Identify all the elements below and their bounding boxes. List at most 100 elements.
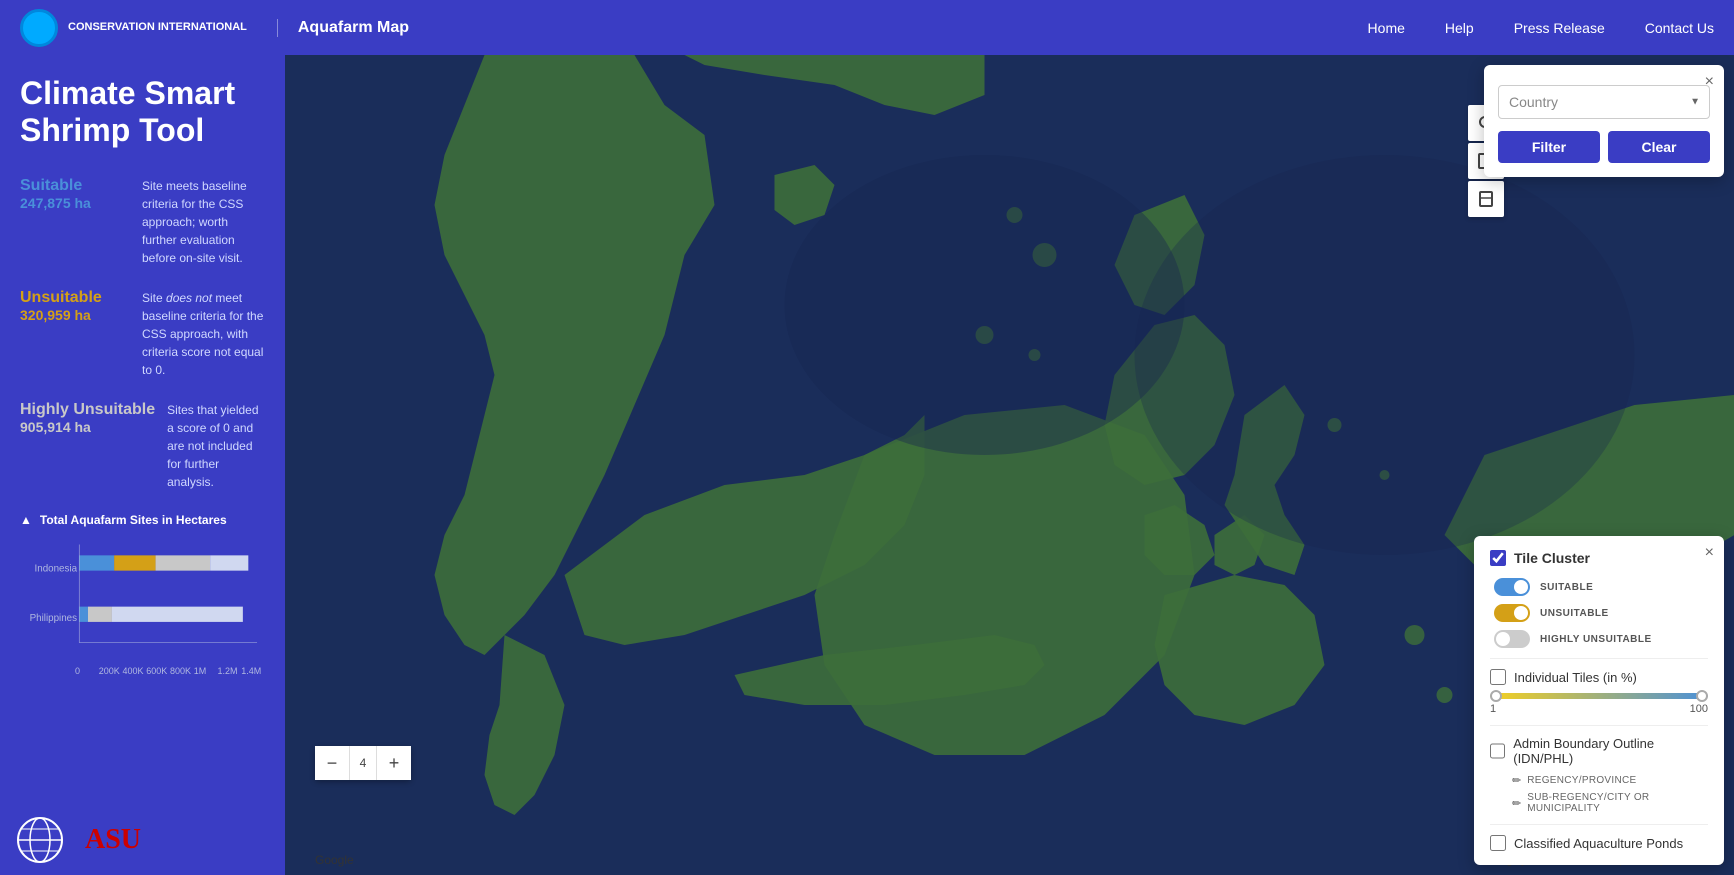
unsuitable-toggle-row: UNSUITABLE (1490, 604, 1708, 622)
slider-labels: 1 100 (1490, 703, 1708, 715)
suitable-stat: Suitable 247,875 ha Site meets baseline … (20, 177, 265, 267)
slider-container: 1 100 (1490, 693, 1708, 715)
y-label-philippines: Philippines (30, 612, 77, 623)
bar-indonesia-suitable (79, 555, 114, 570)
app-title: Aquafarm Map (277, 19, 409, 37)
bookmark-tool-btn[interactable] (1468, 181, 1504, 217)
country-select[interactable]: Country Indonesia Philippines (1498, 85, 1710, 119)
suitable-label: Suitable 247,875 ha (20, 177, 130, 211)
country-select-wrapper: Country Indonesia Philippines ▼ (1498, 85, 1710, 119)
partner-logos: ASU (15, 815, 141, 865)
ci-logo-circle (20, 9, 58, 47)
x-label-1m: 1M (194, 666, 218, 676)
bar-indonesia-unsuitable (114, 555, 155, 570)
individual-tiles-checkbox[interactable] (1490, 669, 1506, 685)
suitable-toggle-row: SUITABLE (1490, 578, 1708, 596)
chart-title: Total Aquafarm Sites in Hectares (40, 513, 227, 527)
chart-area: Indonesia Philippines 0 200K 400K 600K (20, 539, 265, 679)
subregency-label: SUB-REGENCY/CITY OR MUNICIPALITY (1527, 792, 1708, 814)
individual-tiles-label: Individual Tiles (in %) (1514, 670, 1637, 685)
zoom-controls: − 4 + (315, 746, 411, 780)
tile-cluster-label: Tile Cluster (1514, 550, 1590, 566)
chart-chevron: ▲ (20, 513, 32, 527)
highly-unsuitable-desc: Sites that yielded a score of 0 and are … (167, 401, 265, 491)
legend-divider-3 (1490, 824, 1708, 825)
admin-boundary-row: Admin Boundary Outline (IDN/PHL) (1490, 736, 1708, 766)
slider-thumb-right (1696, 690, 1708, 702)
legend-divider-1 (1490, 658, 1708, 659)
tile-cluster-row: Tile Cluster (1490, 550, 1708, 566)
bar-philippines-suitable (79, 606, 88, 621)
legend-slider[interactable] (1490, 693, 1708, 699)
unsuitable-toggle-thumb (1514, 606, 1528, 620)
regency-row: ✏ REGENCY/PROVINCE (1512, 774, 1708, 787)
google-label: Google (315, 853, 354, 867)
bar-indonesia-highly-unsuitable (156, 555, 211, 570)
bar-indonesia-extra (210, 555, 248, 570)
x-label-0: 0 (75, 666, 99, 676)
highly-unsuitable-toggle[interactable] (1494, 630, 1530, 648)
legend-panel: × Tile Cluster SUITABLE UNSUITABLE HIGHL… (1474, 536, 1724, 865)
zoom-in-button[interactable]: + (377, 746, 411, 780)
chart-x-labels: 0 200K 400K 600K 800K 1M 1.2M 1.4M (20, 666, 265, 676)
filter-button[interactable]: Filter (1498, 131, 1600, 163)
globe-icon (15, 815, 65, 865)
suitable-toggle-thumb (1514, 580, 1528, 594)
unsuitable-desc: Site does not meet baseline criteria for… (142, 289, 265, 379)
admin-boundary-checkbox[interactable] (1490, 743, 1505, 759)
unsuitable-toggle[interactable] (1494, 604, 1530, 622)
unsuitable-label: Unsuitable 320,959 ha (20, 289, 130, 323)
highly-unsuitable-toggle-row: HIGHLY UNSUITABLE (1490, 630, 1708, 648)
suitable-desc: Site meets baseline criteria for the CSS… (142, 177, 265, 267)
clear-button[interactable]: Clear (1608, 131, 1710, 163)
x-label-400k: 400K (123, 666, 147, 676)
highly-unsuitable-stat: Highly Unsuitable 905,914 ha Sites that … (20, 401, 265, 491)
x-label-1-2m: 1.2M (218, 666, 242, 676)
nav-home[interactable]: Home (1368, 20, 1405, 36)
y-label-indonesia: Indonesia (35, 563, 78, 574)
top-nav: CONSERVATION INTERNATIONAL Aquafarm Map … (0, 0, 1734, 55)
slider-max-label: 100 (1690, 703, 1708, 715)
slider-min-label: 1 (1490, 703, 1496, 715)
chart-header: ▲ Total Aquafarm Sites in Hectares (20, 513, 265, 527)
x-label-800k: 800K (170, 666, 194, 676)
org-logo: CONSERVATION INTERNATIONAL (20, 9, 247, 47)
bar-philippines-unsuitable (88, 606, 112, 621)
zoom-level: 4 (349, 746, 377, 780)
unsuitable-stat: Unsuitable 320,959 ha Site does not meet… (20, 289, 265, 379)
asu-logo: ASU (85, 824, 141, 856)
nav-contact-us[interactable]: Contact Us (1645, 20, 1714, 36)
highly-unsuitable-toggle-thumb (1496, 632, 1510, 646)
map-area[interactable]: − 4 + Google Imagery ©2023 TerraMetrics … (285, 55, 1734, 875)
chart-section: ▲ Total Aquafarm Sites in Hectares Indon… (20, 513, 265, 679)
classified-ponds-label: Classified Aquaculture Ponds (1514, 836, 1683, 851)
legend-panel-close-button[interactable]: × (1705, 544, 1714, 562)
individual-tiles-row: Individual Tiles (in %) (1490, 669, 1708, 685)
highly-unsuitable-label: Highly Unsuitable 905,914 ha (20, 401, 155, 435)
classified-ponds-row: Classified Aquaculture Ponds (1490, 835, 1708, 851)
subregency-pen-icon: ✏ (1512, 797, 1521, 810)
bar-philippines-extra (112, 606, 243, 621)
highly-unsuitable-toggle-label: HIGHLY UNSUITABLE (1540, 634, 1652, 645)
classified-ponds-checkbox[interactable] (1490, 835, 1506, 851)
nav-press-release[interactable]: Press Release (1514, 20, 1605, 36)
suitable-toggle[interactable] (1494, 578, 1530, 596)
unsuitable-toggle-label: UNSUITABLE (1540, 608, 1609, 619)
x-label-600k: 600K (146, 666, 170, 676)
x-label-1-4m: 1.4M (241, 666, 265, 676)
suitable-toggle-label: SUITABLE (1540, 582, 1593, 593)
regency-pen-icon: ✏ (1512, 774, 1521, 787)
zoom-out-button[interactable]: − (315, 746, 349, 780)
org-name: CONSERVATION INTERNATIONAL (68, 20, 247, 34)
slider-thumb-left (1490, 690, 1502, 702)
tile-cluster-checkbox[interactable] (1490, 550, 1506, 566)
filter-buttons: Filter Clear (1498, 131, 1710, 163)
legend-divider-2 (1490, 725, 1708, 726)
nav-links: Home Help Press Release Contact Us (1368, 20, 1714, 36)
x-label-200k: 200K (99, 666, 123, 676)
tool-title: Climate Smart Shrimp Tool (20, 75, 265, 149)
subregency-row: ✏ SUB-REGENCY/CITY OR MUNICIPALITY (1512, 792, 1708, 814)
admin-boundary-label: Admin Boundary Outline (IDN/PHL) (1513, 736, 1708, 766)
chart-svg: Indonesia Philippines (20, 539, 265, 659)
nav-help[interactable]: Help (1445, 20, 1474, 36)
